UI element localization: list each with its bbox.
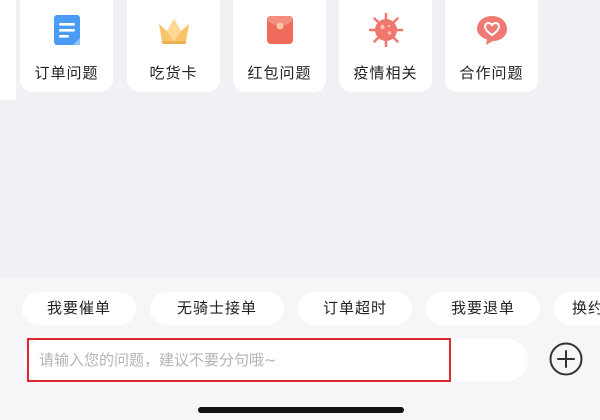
- category-label: 疫情相关: [353, 64, 418, 82]
- category-label: 订单问题: [34, 64, 99, 82]
- quick-reply-chip-partial[interactable]: 换约: [554, 292, 600, 325]
- category-foodie-card[interactable]: 吃货卡: [127, 0, 220, 92]
- category-cooperation-issues[interactable]: 合作问题: [445, 0, 538, 92]
- virus-icon: [366, 10, 406, 50]
- quick-reply-chip[interactable]: 我要退单: [426, 292, 540, 325]
- document-icon: [47, 10, 87, 50]
- quick-reply-row: 我要催单 无骑士接单 订单超时 我要退单 换约: [0, 292, 600, 326]
- add-attachment-button[interactable]: [548, 341, 584, 377]
- quick-reply-chip[interactable]: 无骑士接单: [150, 292, 284, 325]
- category-epidemic-related[interactable]: 疫情相关: [339, 0, 432, 92]
- crown-icon: [154, 10, 194, 50]
- heart-chat-icon: [472, 10, 512, 50]
- category-label: 红包问题: [247, 64, 312, 82]
- home-indicator: [198, 407, 404, 413]
- question-input-container: [24, 339, 528, 381]
- quick-reply-chip[interactable]: 订单超时: [298, 292, 412, 325]
- quick-reply-chip[interactable]: 我要催单: [22, 292, 136, 325]
- category-label: 吃货卡: [149, 64, 198, 82]
- category-label: 合作问题: [459, 64, 524, 82]
- question-input[interactable]: [24, 339, 528, 381]
- category-order-issues[interactable]: 订单问题: [20, 0, 113, 92]
- red-envelope-icon: [260, 10, 300, 50]
- category-grid: 订单问题 吃货卡 红包问题 疫情相关 合作问题: [0, 0, 600, 100]
- plus-circle-icon: [549, 342, 583, 376]
- category-red-packet-issues[interactable]: 红包问题: [233, 0, 326, 92]
